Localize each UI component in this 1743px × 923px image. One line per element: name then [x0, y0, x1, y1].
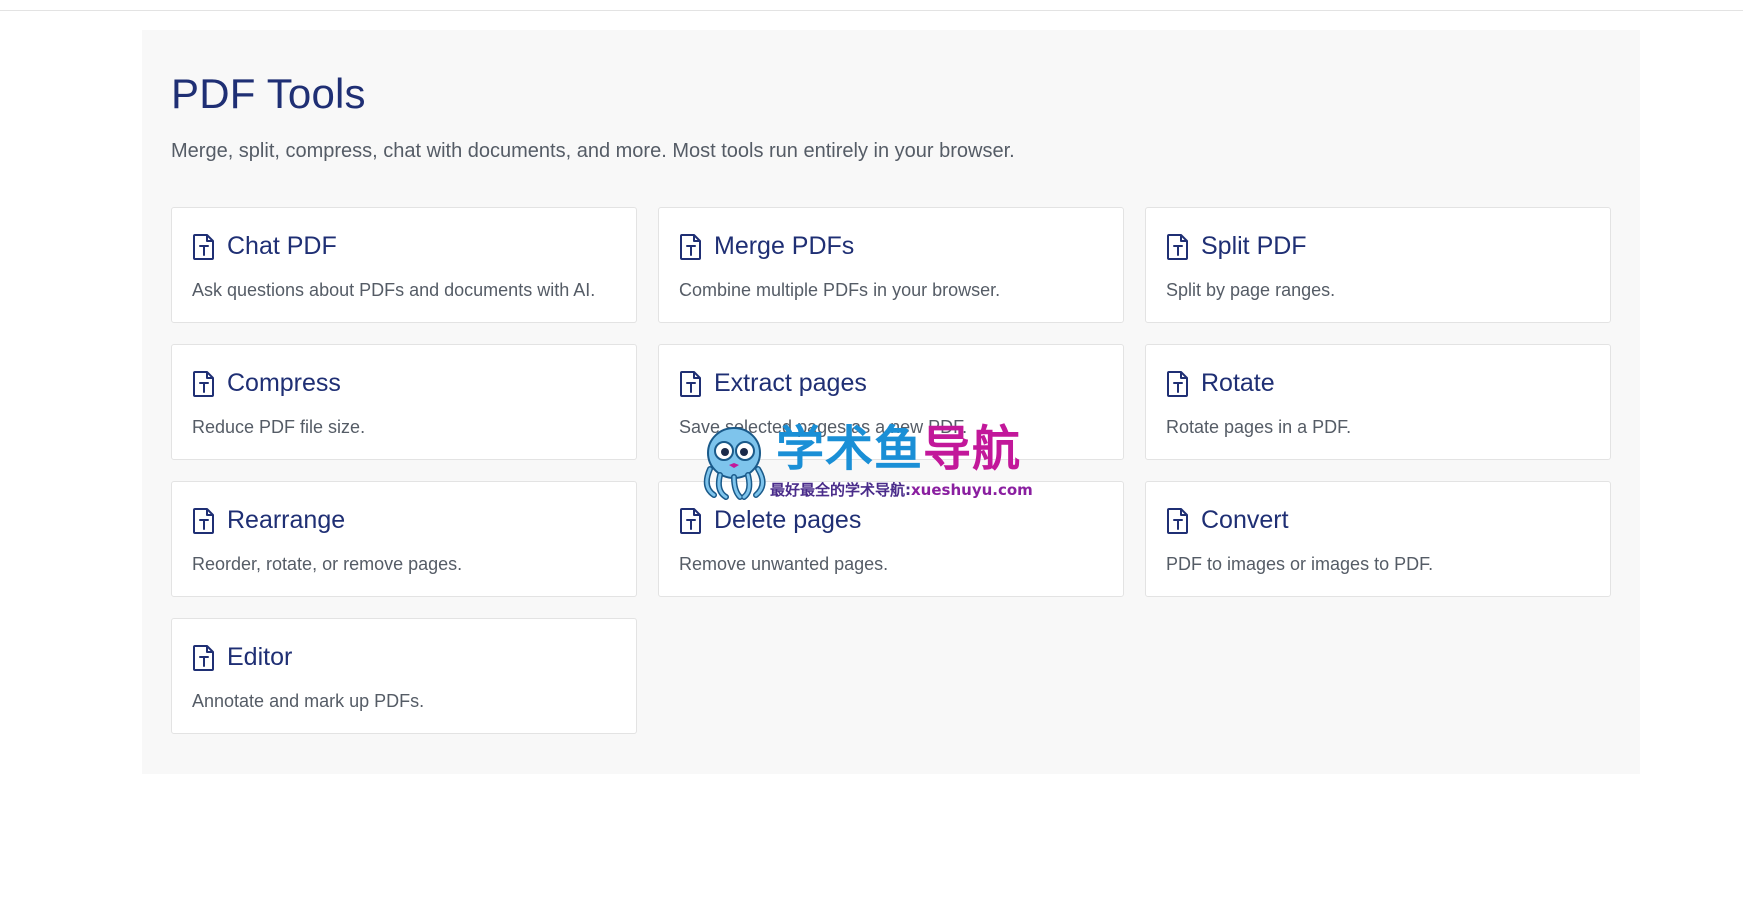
pdf-file-icon [193, 644, 214, 671]
tool-title: Editor [227, 643, 293, 671]
tool-card-convert[interactable]: Convert PDF to images or images to PDF. [1145, 481, 1611, 597]
tool-card-extract-pages[interactable]: Extract pages Save selected pages as a n… [658, 344, 1124, 460]
tool-card-chat-pdf[interactable]: Chat PDF Ask questions about PDFs and do… [171, 207, 637, 323]
tool-description: Split by page ranges. [1166, 280, 1336, 300]
tool-title: Chat PDF [227, 232, 337, 260]
tool-title: Rearrange [227, 506, 346, 534]
pdf-file-icon [193, 507, 214, 534]
tool-card-rotate[interactable]: Rotate Rotate pages in a PDF. [1145, 344, 1611, 460]
tool-title: Extract pages [714, 369, 867, 397]
tool-description: Annotate and mark up PDFs. [192, 691, 425, 711]
pdf-file-icon [1167, 370, 1188, 397]
tool-description: Ask questions about PDFs and documents w… [192, 280, 596, 300]
tool-description: Remove unwanted pages. [679, 554, 889, 574]
pdf-file-icon [680, 507, 701, 534]
tool-card-compress[interactable]: Compress Reduce PDF file size. [171, 344, 637, 460]
tool-title: Merge PDFs [714, 232, 855, 260]
tool-description: PDF to images or images to PDF. [1166, 554, 1434, 574]
top-divider [0, 0, 1743, 11]
tools-grid: Chat PDF Ask questions about PDFs and do… [171, 207, 1611, 734]
pdf-file-icon [193, 370, 214, 397]
tools-panel: PDF Tools Merge, split, compress, chat w… [142, 30, 1640, 774]
tool-title: Compress [227, 369, 341, 397]
pdf-file-icon [1167, 233, 1188, 260]
tool-description: Rotate pages in a PDF. [1166, 417, 1352, 437]
tool-title: Rotate [1201, 369, 1275, 397]
pdf-file-icon [193, 233, 214, 260]
tool-card-rearrange[interactable]: Rearrange Reorder, rotate, or remove pag… [171, 481, 637, 597]
tool-card-editor[interactable]: Editor Annotate and mark up PDFs. [171, 618, 637, 734]
tool-description: Save selected pages as a new PDF. [679, 417, 968, 437]
tool-card-merge-pdfs[interactable]: Merge PDFs Combine multiple PDFs in your… [658, 207, 1124, 323]
page-title: PDF Tools [171, 70, 366, 117]
tool-description: Combine multiple PDFs in your browser. [679, 280, 1001, 300]
pdf-file-icon [1167, 507, 1188, 534]
tool-description: Reorder, rotate, or remove pages. [192, 554, 463, 574]
tool-card-split-pdf[interactable]: Split PDF Split by page ranges. [1145, 207, 1611, 323]
page-subtitle: Merge, split, compress, chat with docume… [171, 140, 1015, 162]
tool-card-delete-pages[interactable]: Delete pages Remove unwanted pages. [658, 481, 1124, 597]
tool-title: Convert [1201, 506, 1289, 534]
pdf-file-icon [680, 370, 701, 397]
tool-description: Reduce PDF file size. [192, 417, 366, 437]
pdf-file-icon [680, 233, 701, 260]
tool-title: Delete pages [714, 506, 862, 534]
tool-title: Split PDF [1201, 232, 1307, 260]
